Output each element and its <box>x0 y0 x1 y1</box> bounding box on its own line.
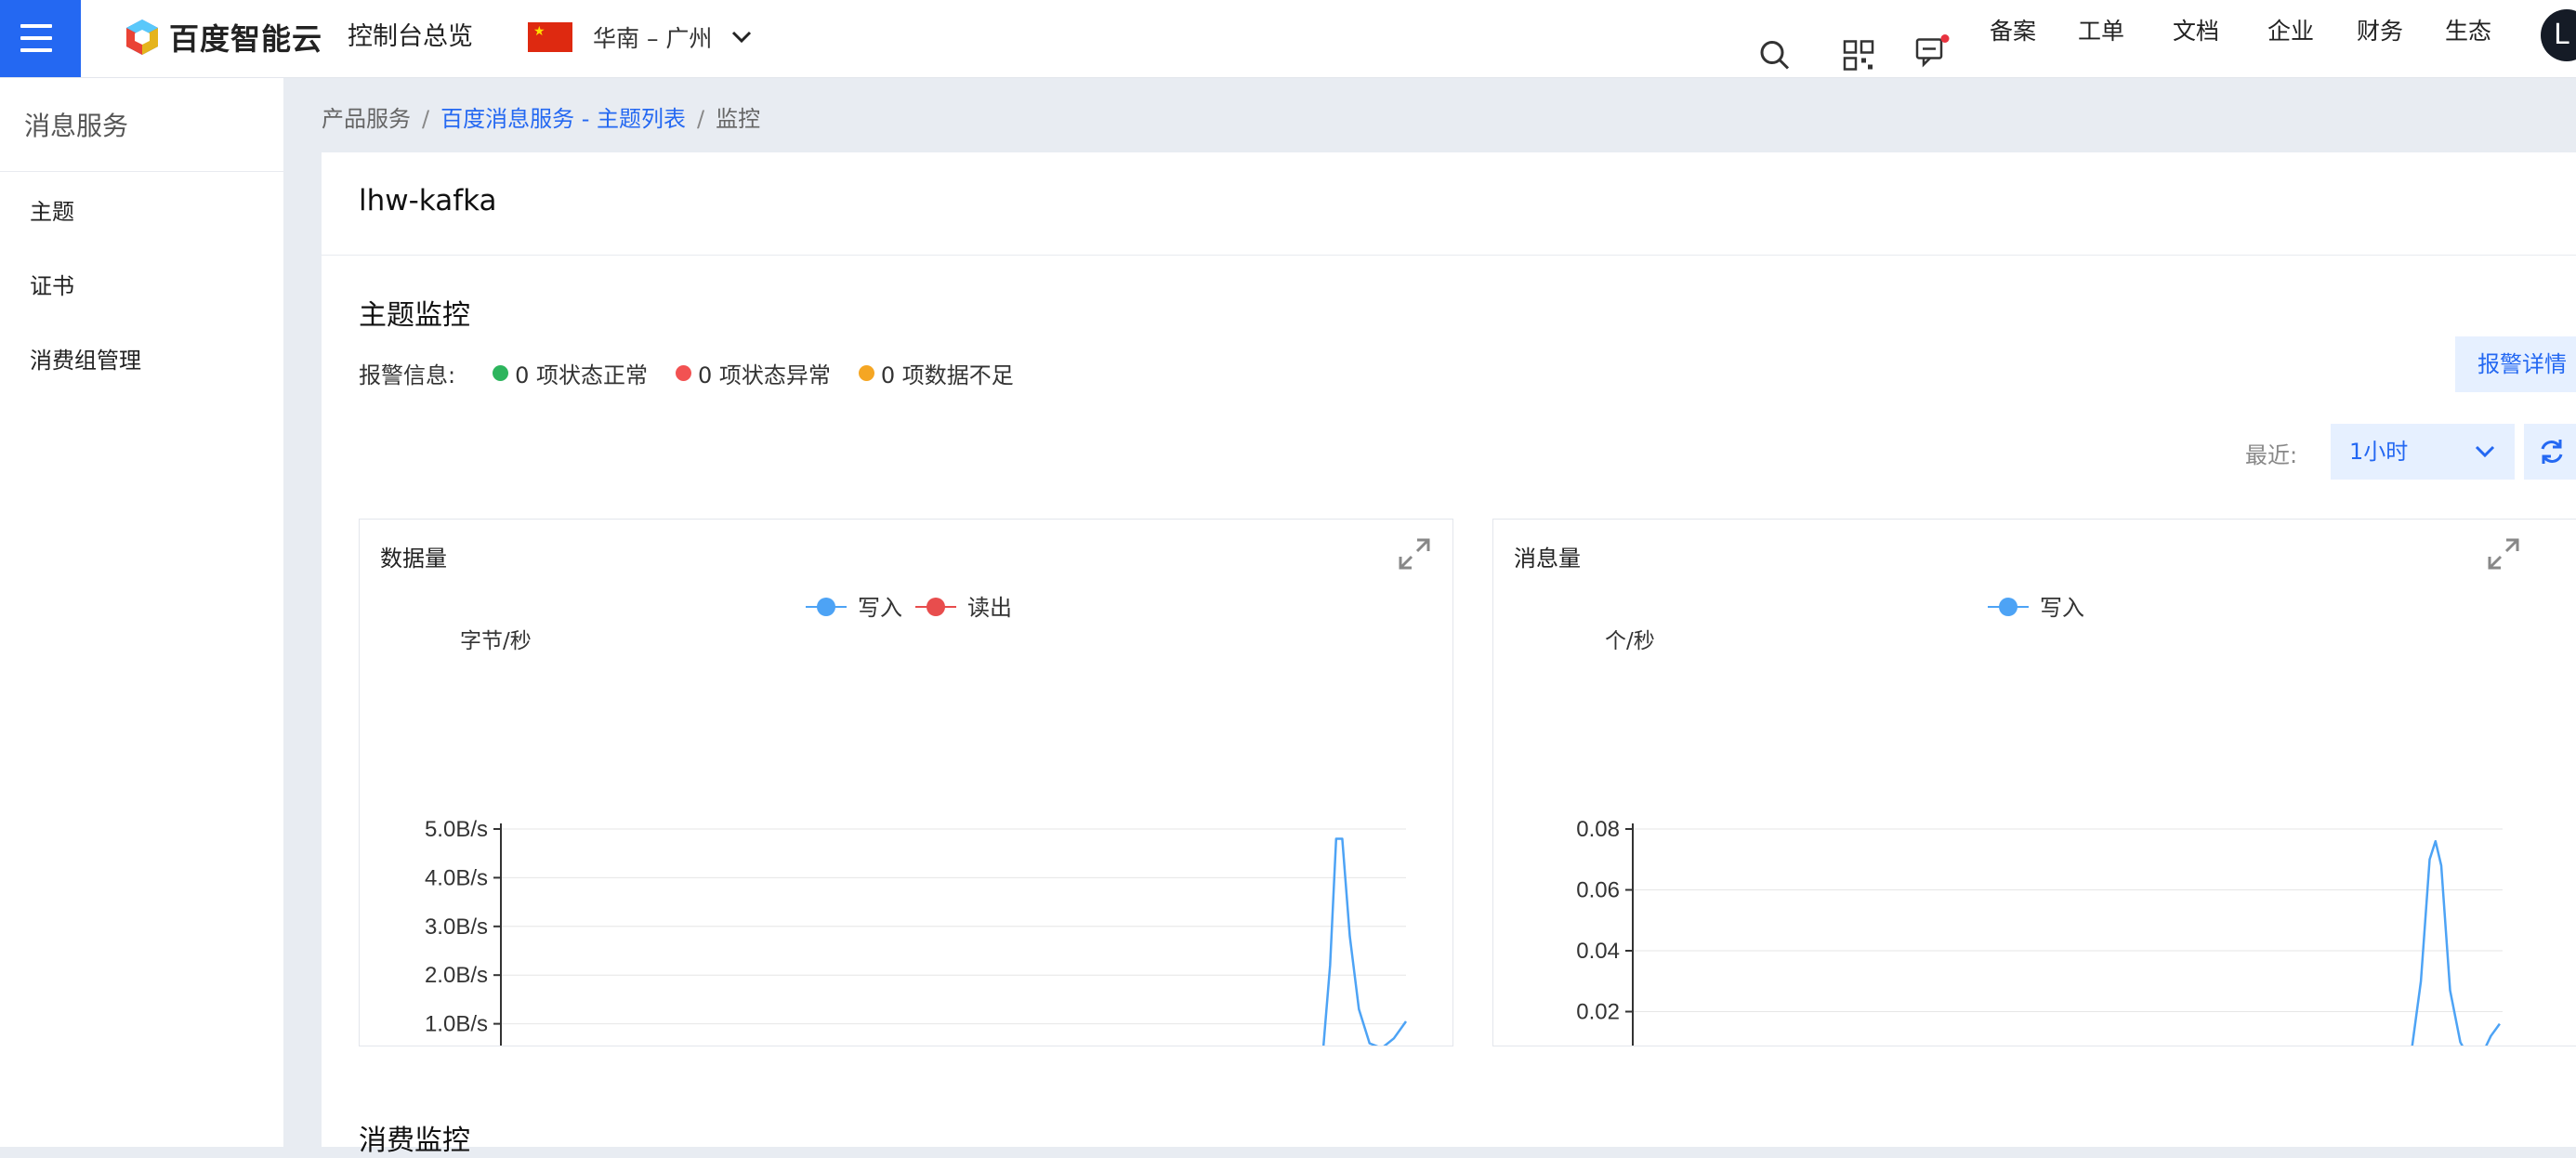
nav-ecosystem[interactable]: 生态 <box>2445 0 2491 77</box>
messages-chart-panel: 消息量 写入个/秒00.020.040.060.0807–14 18:5407–… <box>1492 519 2576 1046</box>
sidebar-title: 消息服务 <box>24 111 129 141</box>
alarm-abnormal-text: 0 项状态异常 <box>698 362 831 388</box>
legend-label: 读出 <box>967 595 1012 621</box>
recent-label: 最近: <box>2245 442 2298 468</box>
legend-marker <box>817 598 835 616</box>
breadcrumb-topic-list[interactable]: 百度消息服务 - 主题列表 <box>440 106 686 132</box>
time-range-select[interactable]: 1小时 <box>2331 424 2515 480</box>
instance-header: lhw-kafka <box>322 152 2576 256</box>
series-line <box>2411 839 2501 1046</box>
time-range-value: 1小时 <box>2349 439 2409 465</box>
nav-ticket[interactable]: 工单 <box>2078 0 2124 77</box>
sidebar-item-topics[interactable]: 主题 <box>30 193 74 226</box>
breadcrumb-monitor: 监控 <box>716 106 761 132</box>
breadcrumb-separator: / <box>422 106 430 132</box>
brand-logo[interactable]: 百度智能云 <box>123 13 322 61</box>
messages-chart: 写入个/秒00.020.040.060.0807–14 18:5407–14 1… <box>1576 595 2503 1046</box>
y-tick-label: 1.0B/s <box>425 1012 488 1037</box>
bytes-chart: 写入读出字节/秒0.0B/s1.0B/s2.0B/s3.0B/s4.0B/s5.… <box>425 595 1408 1046</box>
legend-label: 写入 <box>2040 595 2084 621</box>
sidebar: 消息服务 主题 证书 消费组管理 <box>0 78 283 1147</box>
sidebar-item-certificates[interactable]: 证书 <box>30 268 74 300</box>
alarm-abnormal: 0 项状态异常 <box>676 357 831 389</box>
y-tick-label: 5.0B/s <box>425 817 488 842</box>
region-selector[interactable]: ★ 华南 – 广州 <box>528 13 753 61</box>
y-tick-label: 0.06 <box>1576 878 1620 903</box>
orange-dot-icon <box>858 365 874 381</box>
nav-docs[interactable]: 文档 <box>2173 0 2219 77</box>
y-tick-label: 0.02 <box>1576 1000 1620 1025</box>
avatar[interactable]: L <box>2541 9 2576 61</box>
nav-enterprise[interactable]: 企业 <box>2267 0 2314 77</box>
nav-beian[interactable]: 备案 <box>1990 0 2036 77</box>
breadcrumb-product-services[interactable]: 产品服务 <box>322 106 411 132</box>
nav-finance[interactable]: 财务 <box>2357 0 2403 77</box>
search-icon[interactable] <box>1756 17 1794 94</box>
refresh-icon <box>2541 440 2563 464</box>
y-tick-label: 4.0B/s <box>425 865 488 890</box>
china-flag-icon: ★ <box>528 22 572 52</box>
brand-name: 百度智能云 <box>169 21 323 57</box>
y-tick-label: 3.0B/s <box>425 915 488 940</box>
chevron-down-icon <box>2475 445 2495 458</box>
breadcrumb: 产品服务 / 百度消息服务 - 主题列表 / 监控 <box>322 100 760 133</box>
main-card: lhw-kafka 主题监控 报警信息: 0 项状态正常 0 项状态异常 0 项… <box>322 152 2576 1157</box>
breadcrumb-separator: / <box>697 106 705 132</box>
alarm-normal: 0 项状态正常 <box>493 357 648 389</box>
refresh-button[interactable] <box>2524 424 2576 480</box>
alarm-insufficient-text: 0 项数据不足 <box>880 362 1014 388</box>
region-label: 华南 – 广州 <box>593 25 713 52</box>
red-dot-icon <box>676 365 691 381</box>
y-tick-label: 0.04 <box>1576 939 1620 964</box>
top-bar: 百度智能云 控制台总览 ★ 华南 – 广州 备案 工单 文档 企业 财务 生态 … <box>0 0 2576 78</box>
bytes-chart-panel: 数据量 写入读出字节/秒0.0B/s1.0B/s2.0B/s3.0B/s4.0B… <box>359 519 1453 1046</box>
y-axis-unit: 个/秒 <box>1605 629 1655 653</box>
y-axis-unit: 字节/秒 <box>460 629 532 653</box>
legend-label: 写入 <box>858 595 902 621</box>
legend-marker <box>927 598 945 616</box>
series-line <box>1321 837 1408 1046</box>
alarm-insufficient: 0 项数据不足 <box>858 357 1014 389</box>
menu-icon[interactable] <box>0 0 81 77</box>
alarm-info: 报警信息: 0 项状态正常 0 项状态异常 0 项数据不足 <box>359 357 1042 389</box>
instance-name: lhw-kafka <box>359 184 497 217</box>
consume-monitor-title: 消费监控 <box>359 1125 470 1157</box>
sidebar-divider <box>0 171 283 172</box>
chevron-down-icon <box>732 31 752 44</box>
console-overview-link[interactable]: 控制台总览 <box>348 13 473 61</box>
baidu-cloud-logo-icon <box>126 20 158 55</box>
y-tick-label: 0.08 <box>1576 817 1620 842</box>
qrcode-icon[interactable] <box>1840 17 1877 94</box>
legend-marker <box>1999 598 2017 616</box>
topic-monitor-title: 主题监控 <box>359 299 470 332</box>
alarm-detail-button[interactable]: 报警详情 <box>2455 336 2576 392</box>
message-icon[interactable] <box>1912 13 1953 90</box>
sidebar-item-consumer-groups[interactable]: 消费组管理 <box>30 342 141 375</box>
alarm-label: 报警信息: <box>359 362 456 388</box>
alarm-normal-text: 0 项状态正常 <box>515 362 648 388</box>
green-dot-icon <box>493 365 509 381</box>
y-tick-label: 2.0B/s <box>425 963 488 988</box>
